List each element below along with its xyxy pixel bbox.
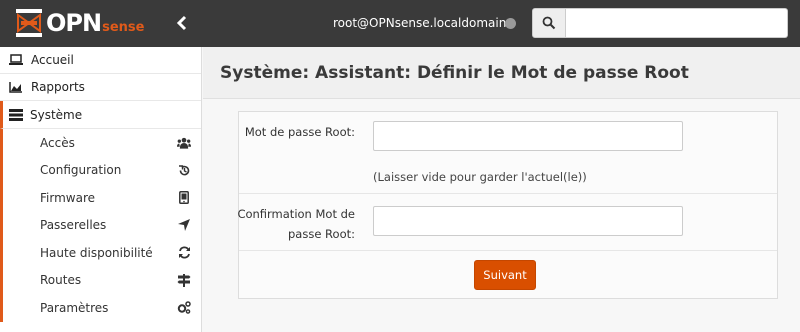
root-password-label: Mot de passe Root: bbox=[244, 125, 355, 139]
sidebar-subitem-label: Configuration bbox=[40, 163, 122, 178]
wizard-form: Mot de passe Root: (Laisser vide pour ga… bbox=[237, 111, 778, 299]
top-navbar: OPN sense root@OPNsense.localdomain bbox=[0, 0, 800, 47]
main-content: Système: Assistant: Définir le Mot de pa… bbox=[203, 47, 800, 332]
confirm-password-field[interactable] bbox=[373, 206, 683, 236]
server-icon bbox=[8, 108, 24, 122]
cogs-icon bbox=[177, 301, 191, 315]
sidebar-subitem-label: Haute disponibilité bbox=[40, 245, 153, 260]
root-password-hint: (Laisser vide pour garder l'actuel(le)) bbox=[373, 170, 587, 184]
page-header: Système: Assistant: Définir le Mot de pa… bbox=[203, 47, 800, 99]
sidebar-item-label: Accueil bbox=[31, 53, 74, 67]
user-menu[interactable]: root@OPNsense.localdomain bbox=[333, 16, 506, 30]
sidebar-subitem-acces[interactable]: Accès bbox=[3, 129, 201, 157]
root-password-row: Mot de passe Root: (Laisser vide pour ga… bbox=[239, 112, 777, 194]
history-icon bbox=[177, 163, 191, 177]
sidebar-subitem-label: Accès bbox=[40, 135, 75, 150]
sidebar-item-label: Système bbox=[30, 107, 83, 122]
search-button[interactable] bbox=[532, 8, 566, 38]
area-chart-icon bbox=[8, 80, 24, 94]
sidebar-subitem-configuration[interactable]: Configuration bbox=[3, 157, 201, 185]
logo-text: OPN bbox=[46, 9, 102, 37]
sidebar-subitem-haute-disponibilite[interactable]: Haute disponibilité bbox=[3, 239, 201, 267]
map-signs-icon bbox=[177, 273, 191, 287]
sidebar-item-label: Rapports bbox=[31, 80, 85, 94]
sidebar-subitem-label: Routes bbox=[40, 273, 82, 288]
confirm-password-label: Confirmation Mot de passe Root: bbox=[237, 207, 355, 241]
status-indicator-icon[interactable] bbox=[505, 18, 516, 29]
sidebar-item-systeme[interactable]: Système bbox=[0, 101, 201, 129]
page-title: Système: Assistant: Définir le Mot de pa… bbox=[220, 62, 689, 83]
next-button[interactable]: Suivant bbox=[474, 260, 536, 290]
tablet-icon bbox=[177, 191, 191, 205]
sidebar-subitem-passerelles[interactable]: Passerelles bbox=[3, 212, 201, 240]
opnsense-logo[interactable]: OPN sense bbox=[16, 8, 144, 38]
sidebar-subitem-firmware[interactable]: Firmware bbox=[3, 184, 201, 212]
sidebar: Accueil Rapports Système Accès Configura… bbox=[0, 47, 202, 332]
system-submenu: Accès Configuration Firmware Passerelles… bbox=[0, 129, 201, 322]
confirm-password-row: Confirmation Mot de passe Root: bbox=[237, 194, 777, 251]
submit-row: Suivant bbox=[239, 251, 777, 299]
sidebar-subitem-parametres[interactable]: Paramètres bbox=[3, 294, 201, 322]
logo-sense-text: sense bbox=[102, 20, 145, 35]
search-input[interactable] bbox=[566, 8, 788, 38]
opnsense-logo-icon bbox=[16, 9, 42, 37]
location-arrow-icon bbox=[177, 218, 191, 232]
root-password-field[interactable] bbox=[373, 121, 683, 151]
sidebar-subitem-label: Paramètres bbox=[40, 300, 109, 315]
sidebar-subitem-label: Passerelles bbox=[40, 218, 107, 233]
users-icon bbox=[177, 136, 191, 150]
search-group bbox=[532, 8, 788, 38]
sidebar-item-rapports[interactable]: Rapports bbox=[0, 74, 201, 101]
chevron-left-icon[interactable] bbox=[173, 14, 191, 32]
refresh-icon bbox=[177, 246, 191, 260]
sidebar-item-accueil[interactable]: Accueil bbox=[0, 47, 201, 74]
laptop-icon bbox=[8, 53, 24, 67]
search-icon bbox=[542, 16, 556, 30]
sidebar-subitem-routes[interactable]: Routes bbox=[3, 267, 201, 295]
sidebar-subitem-label: Firmware bbox=[40, 190, 95, 205]
